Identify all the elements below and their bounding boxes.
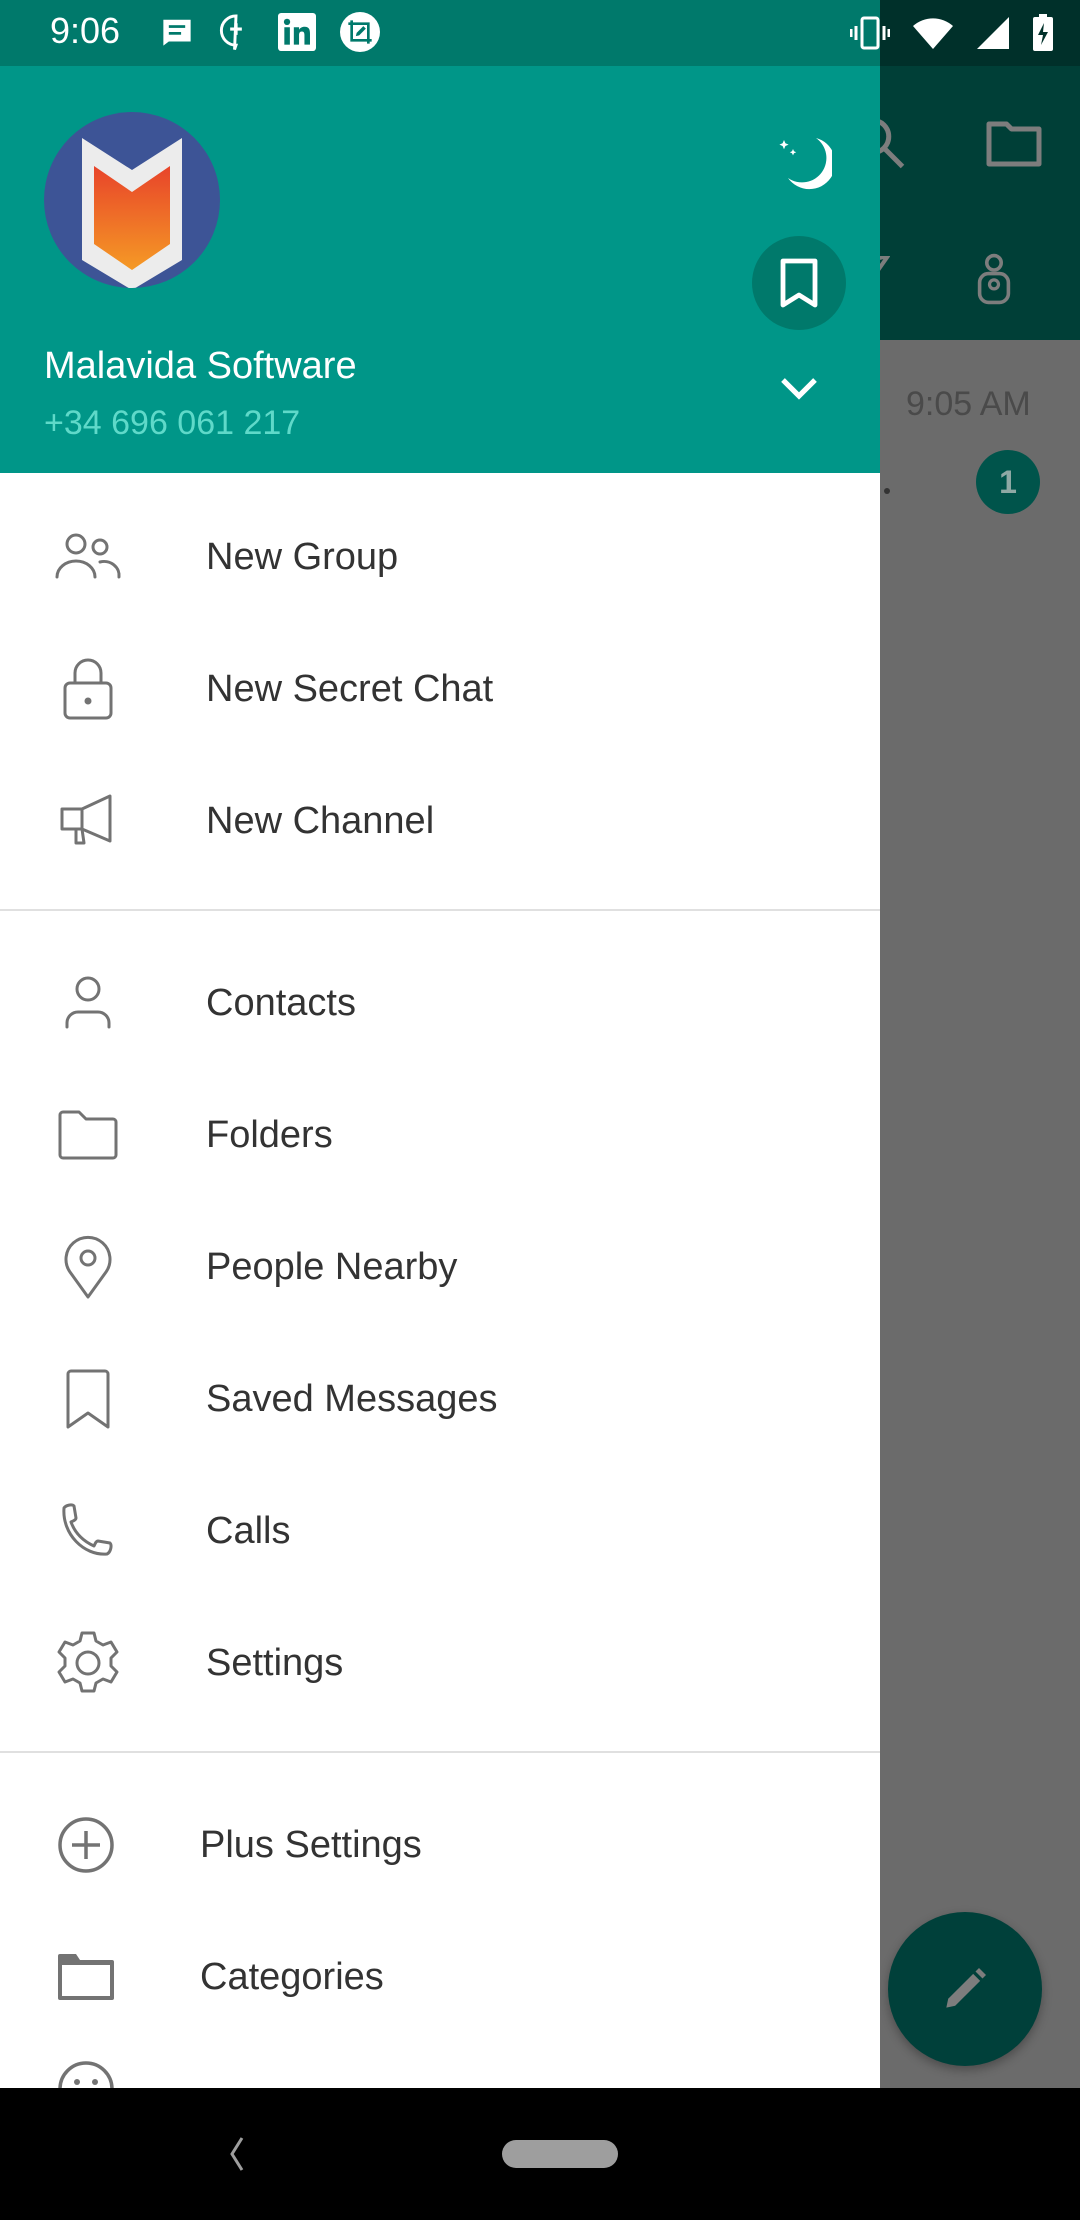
menu-divider <box>0 1751 880 1753</box>
smiley-icon <box>58 2061 114 2088</box>
menu-item-new-group[interactable]: New Group <box>0 491 880 623</box>
menu-item-partial[interactable] <box>0 2043 880 2088</box>
messages-icon <box>163 19 191 46</box>
chat-plus-icon <box>220 14 242 51</box>
status-time: 9:06 <box>50 10 121 51</box>
compose-fab[interactable] <box>888 1912 1042 2066</box>
expand-accounts-button[interactable] <box>766 356 832 422</box>
menu-item-new-channel[interactable]: New Channel <box>0 755 880 887</box>
menu-label: Settings <box>206 1641 344 1684</box>
system-status-icons <box>850 14 1054 52</box>
chat-time: 9:05 AM <box>906 385 1031 423</box>
navigation-drawer: 9:06 Malavida Software +34 696 061 217 N… <box>0 0 880 2088</box>
unread-badge: 1 <box>976 450 1040 514</box>
account-name: Malavida Software <box>44 345 357 387</box>
folder-icon <box>986 121 1042 167</box>
vibrate-icon <box>850 16 890 50</box>
drawer-header: Malavida Software +34 696 061 217 <box>0 66 880 473</box>
wifi-icon <box>913 18 953 49</box>
menu-item-settings[interactable]: Settings <box>0 1597 880 1729</box>
signal-icon <box>977 17 1009 49</box>
account-avatar[interactable] <box>44 112 220 288</box>
screenshot-edit-icon <box>340 12 380 52</box>
malavida-logo-icon <box>82 138 182 288</box>
bookmark-icon <box>780 258 818 308</box>
phone-icon <box>62 1503 113 1556</box>
group-icon <box>55 533 121 579</box>
menu-item-plus-settings[interactable]: Plus Settings <box>0 1779 880 1911</box>
home-pill[interactable] <box>502 2140 618 2168</box>
menu-divider <box>0 909 880 911</box>
back-icon[interactable] <box>224 2132 254 2176</box>
menu-label: Saved Messages <box>206 1377 498 1420</box>
contacts-icon <box>977 253 1011 305</box>
lock-icon <box>63 658 113 720</box>
menu-item-people-nearby[interactable]: People Nearby <box>0 1201 880 1333</box>
menu-item-contacts[interactable]: Contacts <box>0 937 880 1069</box>
menu-item-categories[interactable]: Categories <box>0 1911 880 2043</box>
folder-filled-icon <box>58 1954 114 2000</box>
pencil-icon <box>946 1968 986 2008</box>
menu-label: People Nearby <box>206 1245 458 1288</box>
status-bar: 9:06 <box>0 0 880 66</box>
location-pin-icon <box>64 1235 112 1299</box>
message-preview-ellipsis <box>884 488 890 494</box>
drawer-menu: New Group New Secret Chat New Channel Co… <box>0 473 880 2088</box>
moon-icon <box>779 138 832 190</box>
folder-icon <box>58 1110 118 1160</box>
saved-messages-button[interactable] <box>752 236 846 330</box>
menu-item-folders[interactable]: Folders <box>0 1069 880 1201</box>
menu-label: Categories <box>200 1955 384 1998</box>
night-mode-button[interactable] <box>760 122 840 202</box>
plus-circle-icon <box>58 1817 114 1873</box>
account-phone: +34 696 061 217 <box>44 404 301 442</box>
chevron-down-icon <box>781 378 817 400</box>
megaphone-icon <box>60 794 112 845</box>
menu-item-saved-messages[interactable]: Saved Messages <box>0 1333 880 1465</box>
menu-item-new-secret-chat[interactable]: New Secret Chat <box>0 623 880 755</box>
bookmark-icon <box>66 1369 110 1429</box>
person-icon <box>65 976 111 1029</box>
linkedin-icon <box>278 13 316 51</box>
menu-item-calls[interactable]: Calls <box>0 1465 880 1597</box>
menu-label: Plus Settings <box>200 1823 422 1866</box>
menu-label: Folders <box>206 1113 333 1156</box>
menu-label: Calls <box>206 1509 291 1552</box>
menu-label: Contacts <box>206 981 356 1024</box>
battery-charging-icon <box>1033 14 1053 51</box>
menu-label: New Group <box>206 535 399 578</box>
menu-label: New Channel <box>206 799 435 842</box>
gear-icon <box>57 1631 119 1693</box>
menu-label: New Secret Chat <box>206 667 494 710</box>
